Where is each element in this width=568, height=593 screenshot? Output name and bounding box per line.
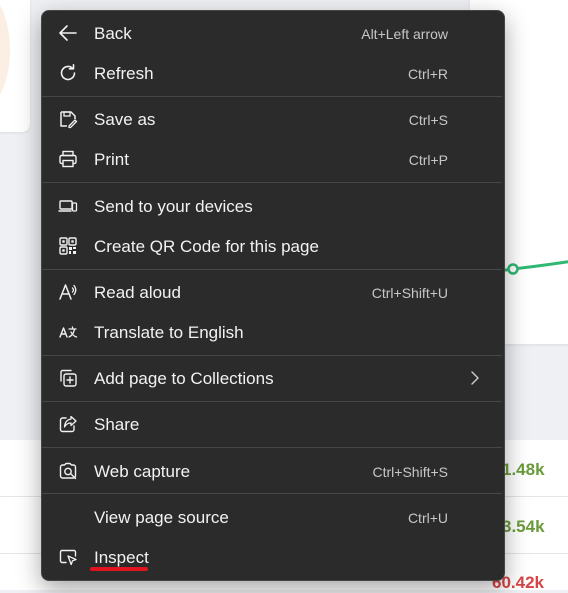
menu-item-shortcut: Ctrl+P: [408, 152, 448, 168]
menu-item-label: Back: [94, 24, 132, 43]
translate-icon: [58, 322, 78, 342]
menu-item-print[interactable]: Print Ctrl+P: [46, 140, 500, 178]
menu-item-shortcut: Ctrl+R: [407, 66, 448, 82]
menu-item-label: Read aloud: [94, 283, 181, 302]
menu-separator: [42, 401, 502, 402]
menu-item-label: Inspect: [94, 548, 149, 567]
chart-point: [507, 263, 519, 275]
chevron-right-icon: [468, 370, 482, 386]
menu-item-translate[interactable]: Translate to English: [46, 313, 500, 351]
qr-code-icon: [58, 236, 78, 256]
menu-item-save-as[interactable]: Save as Ctrl+S: [46, 100, 500, 138]
print-icon: [58, 149, 78, 169]
web-capture-icon: [58, 461, 78, 481]
stat-value: 3.54k: [502, 517, 545, 536]
menu-item-shortcut: Alt+Left arrow: [361, 26, 448, 42]
menu-item-label: Save as: [94, 110, 156, 129]
background-card: [0, 0, 30, 132]
menu-item-refresh[interactable]: Refresh Ctrl+R: [46, 54, 500, 92]
send-to-devices-icon: [58, 196, 78, 216]
menu-item-label: Web capture: [94, 462, 191, 481]
menu-item-shortcut: Ctrl+Shift+S: [372, 464, 448, 480]
read-aloud-icon: [58, 282, 78, 302]
refresh-icon: [58, 63, 78, 83]
share-icon: [58, 414, 78, 434]
menu-separator: [42, 269, 502, 270]
menu-item-shortcut: Ctrl+S: [408, 112, 448, 128]
menu-item-view-page-source[interactable]: View page source Ctrl+U: [46, 498, 500, 536]
menu-item-label: Create QR Code for this page: [94, 237, 319, 256]
menu-separator: [42, 493, 502, 494]
collections-icon: [58, 368, 78, 388]
menu-item-create-qr-code[interactable]: Create QR Code for this page: [46, 227, 500, 265]
menu-item-label: Translate to English: [94, 323, 244, 342]
background-decoration: [0, 0, 10, 110]
menu-item-share[interactable]: Share: [46, 405, 500, 443]
menu-item-label: Refresh: [94, 64, 154, 83]
menu-item-label: Send to your devices: [94, 197, 253, 216]
menu-item-label: View page source: [94, 508, 229, 527]
stat-value: 1.48k: [502, 460, 545, 479]
menu-item-shortcut: Ctrl+Shift+U: [371, 285, 448, 301]
menu-separator: [42, 182, 502, 183]
inspect-highlight-underline: [90, 567, 148, 571]
menu-separator: [42, 355, 502, 356]
menu-item-label: Add page to Collections: [94, 369, 274, 388]
back-arrow-icon: [58, 23, 78, 43]
context-menu: Back Alt+Left arrow Refresh Ctrl+R Save …: [41, 10, 505, 581]
menu-item-add-to-collections[interactable]: Add page to Collections: [46, 359, 500, 397]
menu-item-shortcut: Ctrl+U: [407, 510, 448, 526]
menu-item-label: Print: [94, 150, 129, 169]
menu-item-send-to-devices[interactable]: Send to your devices: [46, 187, 500, 225]
menu-item-read-aloud[interactable]: Read aloud Ctrl+Shift+U: [46, 273, 500, 311]
inspect-icon: [58, 547, 78, 567]
menu-item-label: Share: [94, 415, 140, 434]
menu-item-web-capture[interactable]: Web capture Ctrl+Shift+S: [46, 452, 500, 490]
menu-separator: [42, 447, 502, 448]
save-as-icon: [58, 109, 78, 129]
menu-separator: [42, 96, 502, 97]
menu-item-back[interactable]: Back Alt+Left arrow: [46, 14, 500, 52]
